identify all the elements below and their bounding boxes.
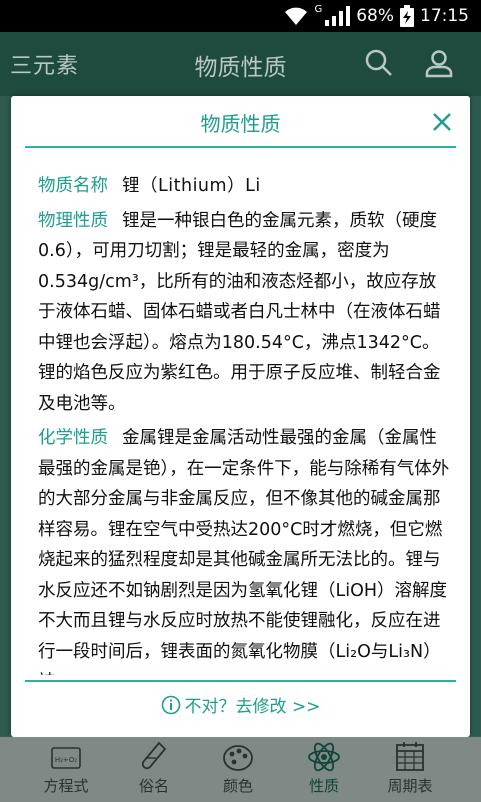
physical-row: 物理性质 锂是一种银白色的金属元素，质软（硬度0.6），可用刀切割；锂是最轻的金属… bbox=[38, 206, 450, 420]
wifi-icon bbox=[285, 7, 308, 25]
info-icon bbox=[161, 695, 180, 714]
atom-icon bbox=[308, 742, 340, 772]
footer-divider bbox=[25, 680, 456, 682]
tab-label: 颜色 bbox=[222, 777, 253, 795]
tab-properties[interactable]: 性质 bbox=[284, 737, 364, 802]
flask-formula-icon: H₂+O₂ bbox=[51, 747, 81, 769]
dialog-title: 物质性质 bbox=[200, 112, 281, 136]
palette-icon bbox=[223, 745, 253, 771]
physical-label: 物理性质 bbox=[38, 210, 108, 231]
battery-percent: 68% bbox=[356, 6, 394, 26]
app-bar: 三元素 物质性质 bbox=[0, 32, 481, 96]
close-icon[interactable] bbox=[430, 110, 454, 134]
chemical-label: 化学性质 bbox=[38, 428, 108, 448]
tab-icon-text: H₂+O₂ bbox=[55, 756, 77, 764]
edit-link[interactable]: 不对？去修改 >> bbox=[11, 692, 470, 717]
tab-common-names[interactable]: 俗名 bbox=[114, 737, 194, 802]
tab-label: 方程式 bbox=[43, 777, 89, 795]
dialog-content[interactable]: 物质名称 锂（Lithium）Li 物理性质 锂是一种银白色的金属元素，质软（硬度0… bbox=[38, 171, 450, 675]
tab-label: 性质 bbox=[308, 777, 339, 795]
property-dialog: 物质性质 物质名称 锂（Lithium）Li 物理性质 锂是一种银白色的金属元素，质… bbox=[11, 96, 470, 737]
page-title: 物质性质 bbox=[194, 55, 287, 81]
tab-label: 俗名 bbox=[138, 777, 169, 795]
physical-text: 锂是一种银白色的金属元素，质软（硬度0.6），可用刀切割；锂是最轻的金属，密度为… bbox=[38, 210, 441, 414]
status-bar: G 68% 17:15 bbox=[0, 0, 481, 32]
search-icon[interactable] bbox=[364, 48, 394, 78]
name-value: 锂（Lithium）Li bbox=[122, 176, 261, 196]
network-type: G bbox=[314, 3, 323, 15]
tab-equations[interactable]: H₂+O₂ 方程式 bbox=[26, 737, 106, 802]
bottom-tab-bar: H₂+O₂ 方程式 俗名 颜色 性质 周期表 bbox=[0, 737, 481, 802]
chemical-row: 化学性质 金属锂是金属活动性最强的金属（金属性最强的金属是铯），在一定条件下，能与… bbox=[38, 423, 450, 675]
user-icon[interactable] bbox=[424, 48, 454, 78]
name-label: 物质名称 bbox=[38, 176, 108, 196]
battery-charging-icon bbox=[400, 5, 414, 27]
test-tube-icon bbox=[141, 741, 167, 770]
name-row: 物质名称 锂（Lithium）Li bbox=[38, 171, 450, 202]
tab-colors[interactable]: 颜色 bbox=[198, 737, 278, 802]
tab-periodic-table[interactable]: 周期表 bbox=[370, 737, 450, 802]
edit-link-label: 不对？去修改 >> bbox=[184, 697, 321, 717]
signal-icon bbox=[325, 6, 351, 26]
clock: 17:15 bbox=[420, 6, 469, 26]
periodic-table-icon bbox=[396, 742, 424, 771]
chemical-text: 金属锂是金属活动性最强的金属（金属性最强的金属是铯），在一定条件下，能与除稀有气… bbox=[38, 428, 450, 675]
dialog-header: 物质性质 bbox=[11, 96, 470, 146]
tab-label: 周期表 bbox=[387, 777, 433, 795]
header-divider bbox=[25, 146, 456, 148]
